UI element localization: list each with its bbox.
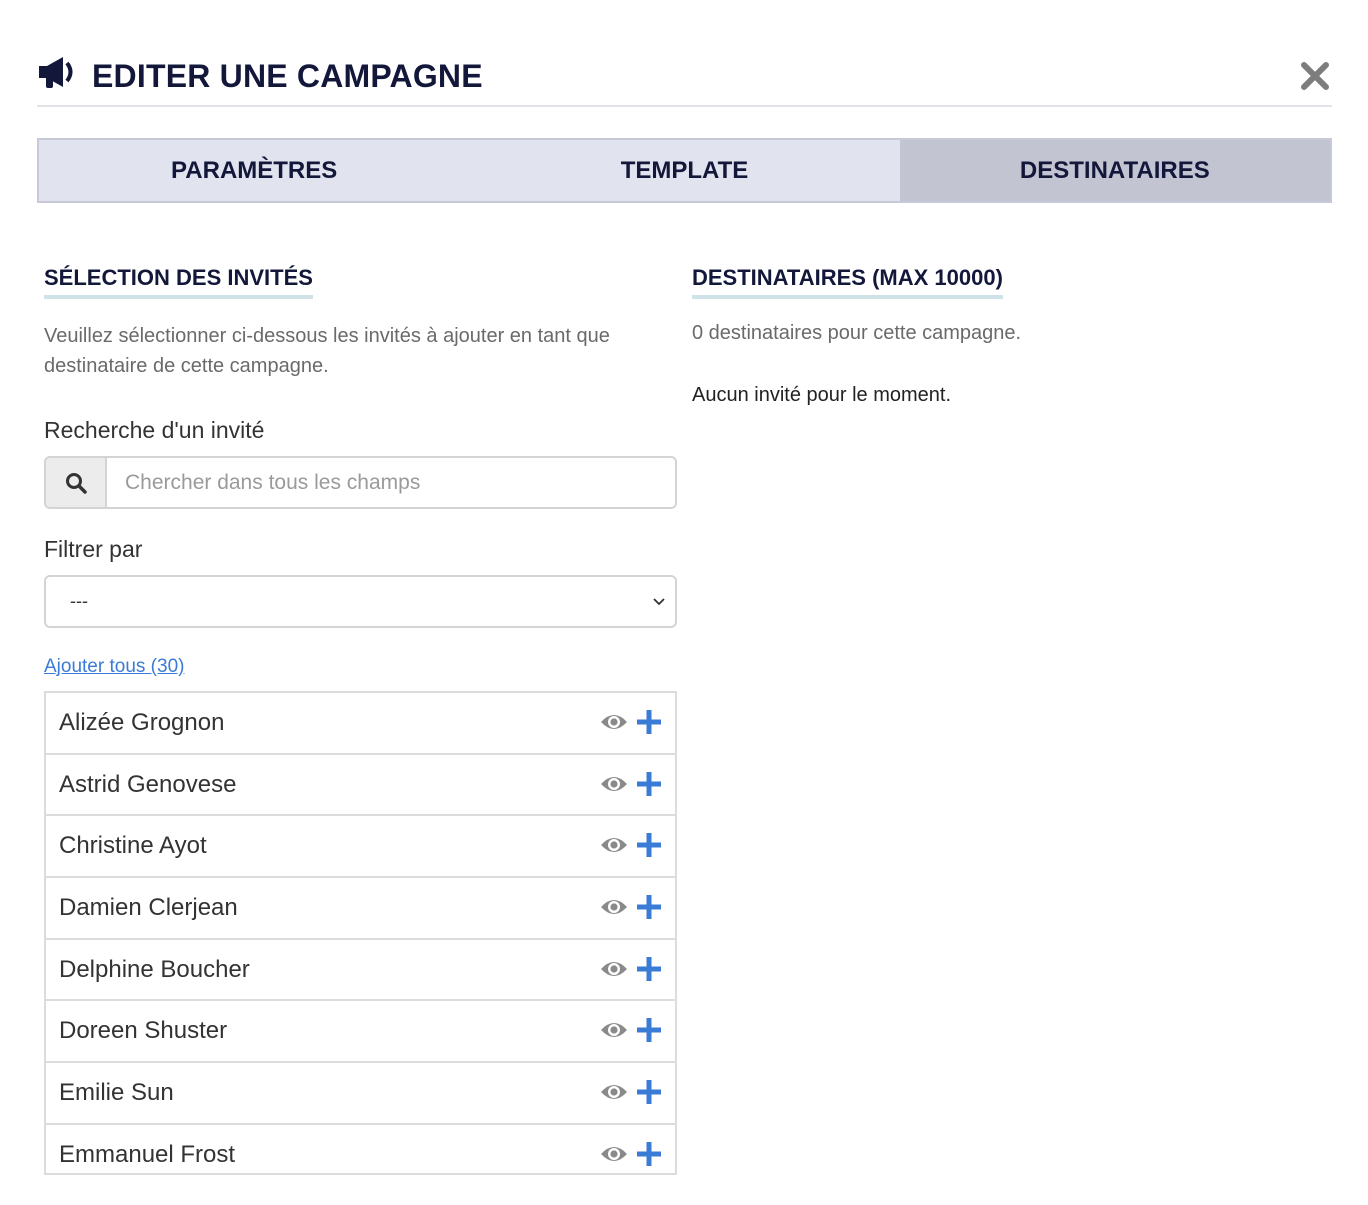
eye-icon[interactable] xyxy=(600,773,628,795)
plus-icon[interactable] xyxy=(637,1141,661,1166)
plus-icon[interactable] xyxy=(637,833,661,858)
eye-icon[interactable] xyxy=(600,896,628,918)
chevron-down-icon xyxy=(653,598,665,606)
close-icon[interactable] xyxy=(1300,61,1330,91)
add-all-link[interactable]: Ajouter tous (30) xyxy=(44,656,184,678)
guest-row: Damien Clerjean xyxy=(46,878,675,940)
guest-name: Emmanuel Frost xyxy=(59,1140,236,1168)
recipients-title: DESTINATAIRES (MAX 10000) xyxy=(692,265,1003,299)
tab-template[interactable]: TEMPLATE xyxy=(469,140,899,201)
eye-icon[interactable] xyxy=(600,958,628,980)
filter-select[interactable]: --- xyxy=(44,575,677,628)
guest-name: Emilie Sun xyxy=(59,1078,174,1106)
eye-icon[interactable] xyxy=(600,834,628,856)
modal-title: EDITER UNE CAMPAGNE xyxy=(92,58,483,94)
guest-name: Damien Clerjean xyxy=(59,893,238,921)
guest-row: Astrid Genovese xyxy=(46,755,675,817)
guest-row: Emmanuel Frost xyxy=(46,1125,675,1173)
guest-name: Delphine Boucher xyxy=(59,955,250,983)
guest-row: Christine Ayot xyxy=(46,816,675,879)
guest-name: Christine Ayot xyxy=(59,832,207,860)
tab-parametres[interactable]: PARAMÈTRES xyxy=(39,140,469,201)
search-icon xyxy=(65,472,87,494)
modal-header: EDITER UNE CAMPAGNE xyxy=(37,48,1332,107)
eye-icon[interactable] xyxy=(600,1019,628,1041)
search-box xyxy=(44,456,677,509)
plus-icon[interactable] xyxy=(637,895,661,920)
tab-destinataires[interactable]: DESTINATAIRES xyxy=(899,140,1330,201)
plus-icon[interactable] xyxy=(637,1018,661,1043)
search-label: Recherche d'un invité xyxy=(44,417,265,443)
guest-name: Alizée Grognon xyxy=(59,708,225,736)
guest-row: Doreen Shuster xyxy=(46,1001,675,1064)
plus-icon[interactable] xyxy=(637,710,661,734)
filter-label: Filtrer par xyxy=(44,536,143,562)
eye-icon[interactable] xyxy=(600,1081,628,1103)
guest-row: Emilie Sun xyxy=(46,1063,675,1125)
guest-list: Alizée Grognon Astrid Genovese Christine A… xyxy=(44,691,677,1175)
guest-name: Astrid Genovese xyxy=(59,770,237,798)
guest-row: Delphine Boucher xyxy=(46,940,675,1002)
guest-row: Alizée Grognon xyxy=(46,693,675,755)
plus-icon[interactable] xyxy=(637,771,661,796)
search-addon xyxy=(46,458,107,507)
recipients-count: 0 destinataires pour cette campagne. xyxy=(692,322,1022,344)
plus-icon[interactable] xyxy=(637,1080,661,1105)
guest-selection-description: Veuillez sélectionner ci-dessous les inv… xyxy=(44,325,610,377)
search-input[interactable] xyxy=(107,458,675,507)
filter-selected-value: --- xyxy=(70,591,88,611)
eye-icon[interactable] xyxy=(600,1143,628,1165)
megaphone-icon xyxy=(39,57,73,88)
guest-name: Doreen Shuster xyxy=(59,1017,228,1045)
tab-bar: PARAMÈTRES TEMPLATE DESTINATAIRES xyxy=(37,138,1332,203)
guest-selection-title: SÉLECTION DES INVITÉS xyxy=(44,265,313,299)
recipients-empty-message: Aucun invité pour le moment. xyxy=(692,384,952,406)
eye-icon[interactable] xyxy=(600,711,628,733)
plus-icon[interactable] xyxy=(637,956,661,981)
